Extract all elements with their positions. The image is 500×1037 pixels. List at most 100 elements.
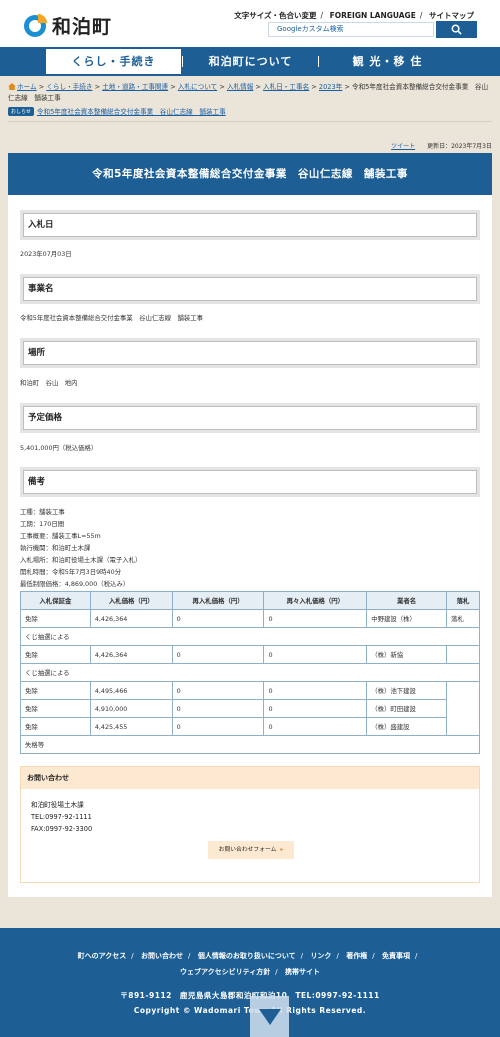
price-text: 5,401,000円（税込価格） xyxy=(20,444,98,452)
breadcrumb-bid-info[interactable]: 入札情報 xyxy=(227,83,253,91)
table-cell: 0 xyxy=(263,609,368,628)
table-cell: 4,426,364 xyxy=(89,609,173,628)
footer-link-contact[interactable]: お問い合わせ xyxy=(141,952,183,960)
remark-line: 工事概要：舗装工事L=55m xyxy=(20,532,101,540)
divider xyxy=(8,121,492,122)
sitemap-link[interactable]: サイトマップ xyxy=(429,11,474,20)
table-cell: 免除 xyxy=(20,609,91,628)
breadcrumb-land-road[interactable]: 土地・道路・工事関連 xyxy=(102,83,168,91)
heading-text: 予定価格 xyxy=(28,413,63,423)
table-note-row: 失格等 xyxy=(20,735,480,754)
remark-line: 最低制限価格：4,869,000（税込み） xyxy=(20,580,130,588)
table-cell: 4,425,455 xyxy=(89,717,173,736)
nav-about-town[interactable]: 和泊町について xyxy=(184,47,317,76)
table-cell: 0 xyxy=(263,717,368,736)
table-cell: 0 xyxy=(171,681,265,700)
table-header: 落札 xyxy=(446,591,480,610)
tweet-link[interactable]: ツイート xyxy=(391,143,415,150)
heading-text: 場所 xyxy=(28,348,46,358)
contact-details: 和泊町役場土木課 TEL:0997-92-1111 FAX:0997-92-33… xyxy=(31,799,92,835)
arrow-down-icon xyxy=(258,1008,281,1025)
table-row: 免除 4,426,364 0 0 （株）新協 xyxy=(20,645,480,664)
remark-line: 工期：170日間 xyxy=(20,520,65,528)
contact-form-button[interactable]: お問い合わせフォーム ▸ xyxy=(208,841,294,859)
footer-link-copyright[interactable]: 著作権 xyxy=(346,952,367,960)
table-cell: 4,426,364 xyxy=(89,645,173,664)
breadcrumb-home[interactable]: ホーム xyxy=(17,83,37,91)
table-header: 入札価格（円） xyxy=(89,591,173,610)
global-nav: くらし・手続き 和泊町について 観 光・移 住 xyxy=(0,47,500,76)
notice-bar: おしらせ 令和5年度社会資本整備総合交付金事業 谷山仁志線 舗装工事 xyxy=(8,106,226,116)
table-note: くじ抽選による xyxy=(20,663,480,682)
footer-link-mobile[interactable]: 携帯サイト xyxy=(285,968,320,976)
heading-remarks: 備考 xyxy=(20,467,480,497)
table-cell: 0 xyxy=(171,699,265,718)
notice-badge: おしらせ xyxy=(8,106,34,116)
nav-divider xyxy=(182,56,183,67)
table-cell: 0 xyxy=(171,609,265,628)
back-to-top-button[interactable] xyxy=(250,996,289,1037)
page-meta: ツイート 更新日：2023年7月3日 xyxy=(391,141,492,150)
contact-fax: FAX:0997-92-3300 xyxy=(31,825,93,833)
search-icon xyxy=(451,24,462,35)
remark-line: 入札場所：和泊町役場土木課（電子入札） xyxy=(20,556,142,564)
table-header-row: 入札保証金 入札価格（円） 再入札価格（円） 再々入札価格（円） 業者名 落札 xyxy=(20,591,480,610)
remark-line: 工種：舗装工事 xyxy=(20,508,65,516)
table-cell: 免除 xyxy=(20,699,91,718)
logo-text: 和泊町 xyxy=(52,16,113,38)
heading-text: 事業名 xyxy=(28,284,54,294)
contact-tel: TEL:0997-92-1111 xyxy=(31,813,92,821)
utility-links: 文字サイズ・色合い変更 / FOREIGN LANGUAGE / サイトマップ xyxy=(234,11,474,20)
project-text: 令和5年度社会資本整備総合交付金事業 谷山仁志線 舗装工事 xyxy=(20,314,204,322)
table-note: 失格等 xyxy=(20,735,480,754)
footer-links: 町へのアクセス / お問い合わせ / 個人情報のお取り扱いについて / リンク / 著作… xyxy=(77,952,418,976)
heading-price: 予定価格 xyxy=(20,403,480,433)
updated-date: 更新日：2023年7月3日 xyxy=(427,143,492,150)
table-cell: 0 xyxy=(263,699,368,718)
logo-mark-icon xyxy=(24,13,47,37)
contact-form-label: お問い合わせフォーム xyxy=(218,847,277,853)
table-cell: 0 xyxy=(263,681,368,700)
nav-tourism[interactable]: 観 光・移 住 xyxy=(320,47,455,76)
footer-link-privacy[interactable]: 個人情報のお取り扱いについて xyxy=(198,952,296,960)
table-header: 業者名 xyxy=(366,591,448,610)
search-input[interactable]: Googleカスタム検索 xyxy=(268,22,434,37)
heading-location: 場所 xyxy=(20,338,480,368)
site-logo[interactable]: 和泊町 xyxy=(24,12,112,39)
table-row: 免除 4,426,364 0 0 中野建設（株） 落札 xyxy=(20,609,480,628)
footer-link-links[interactable]: リンク xyxy=(310,952,331,960)
footer-link-accessibility[interactable]: ウェブアクセシビリティ方針 xyxy=(180,968,270,976)
table-cell: 落札 xyxy=(446,609,480,628)
arrow-right-icon: ▸ xyxy=(280,847,284,853)
table-cell: 0 xyxy=(171,717,265,736)
notice-link[interactable]: 令和5年度社会資本整備総合交付金事業 谷山仁志線 舗装工事 xyxy=(37,106,226,116)
table-row: 免除 4,495,466 0 0 （株）池下建設 xyxy=(20,681,480,736)
page-title: 令和5年度社会資本整備総合交付金事業 谷山仁志線 舗装工事 xyxy=(8,153,492,195)
table-cell: 4,495,466 xyxy=(89,681,173,700)
footer-link-disclaimer[interactable]: 免責事項 xyxy=(382,952,410,960)
remark-line: 執行機関：和泊町土木課 xyxy=(20,544,91,552)
text-size-color-link[interactable]: 文字サイズ・色合い変更 xyxy=(234,11,316,20)
breadcrumb-bidding[interactable]: 入札について xyxy=(178,83,217,91)
table-header: 再入札価格（円） xyxy=(171,591,265,610)
table-cell: 免除 xyxy=(20,645,91,664)
breadcrumb-bid-date[interactable]: 入札日・工事名 xyxy=(263,83,309,91)
heading-text: 入札日 xyxy=(28,220,54,230)
nav-divider xyxy=(318,56,319,67)
table-cell xyxy=(446,645,480,664)
search-button[interactable] xyxy=(436,21,477,38)
location-text: 和泊町 谷山 地内 xyxy=(20,379,78,387)
contact-org: 和泊町役場土木課 xyxy=(31,801,84,809)
heading-text: 備考 xyxy=(28,477,46,487)
foreign-language-link[interactable]: FOREIGN LANGUAGE xyxy=(330,11,416,20)
table-cell: 中野建設（株） xyxy=(366,609,448,628)
footer-link-access[interactable]: 町へのアクセス xyxy=(78,952,127,960)
main-content: 令和5年度社会資本整備総合交付金事業 谷山仁志線 舗装工事 入札日 2023年0… xyxy=(8,153,492,897)
breadcrumb-kurashi[interactable]: くらし・手続き xyxy=(46,83,92,91)
table-cell: 4,910,000 xyxy=(89,699,173,718)
heading-bid-date: 入札日 xyxy=(20,210,480,240)
table-cell: （株）池下建設 xyxy=(366,681,448,700)
breadcrumb-2023[interactable]: 2023年 xyxy=(319,83,342,91)
table-note-row: くじ抽選による xyxy=(20,663,480,682)
nav-kurashi[interactable]: くらし・手続き xyxy=(46,49,181,74)
